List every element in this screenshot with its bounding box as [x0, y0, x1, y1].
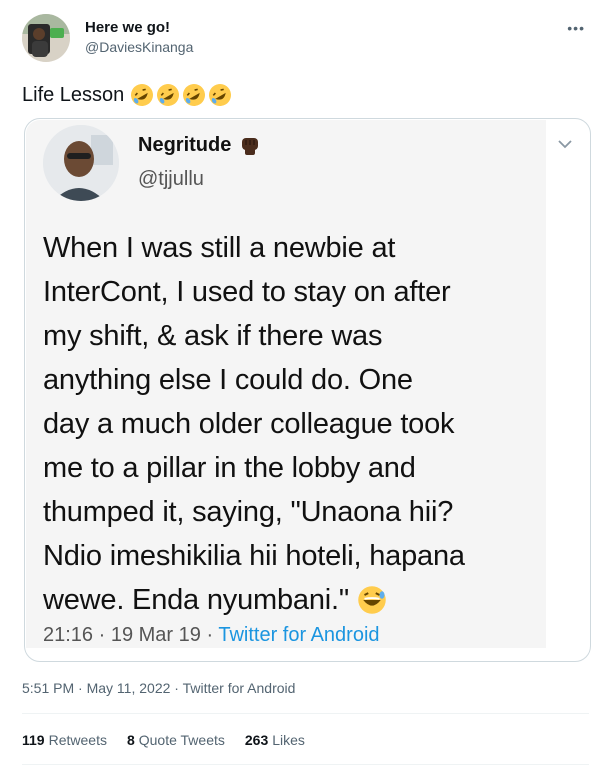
quoted-date: 19 Mar 19	[110, 624, 201, 646]
likes-stat[interactable]: 263 Likes	[245, 731, 305, 749]
author-avatar[interactable]	[22, 14, 70, 62]
tweet-timestamp: 5:51 PM · May 11, 2022 · Twitter for And…	[22, 680, 296, 696]
tweet-text: Life Lesson	[22, 82, 232, 108]
engagement-stats: 119 Retweets 8 Quote Tweets 263 Likes	[22, 731, 305, 749]
quoted-handle: @tjjullu	[138, 168, 204, 190]
likes-label: Likes	[272, 732, 305, 748]
rolling-on-floor-laughing-icon	[131, 84, 154, 106]
likes-count: 263	[244, 732, 269, 748]
media-card[interactable]: Negritude @tjjullu When I was still a ne…	[24, 118, 591, 662]
divider	[22, 713, 589, 714]
tweet-source[interactable]: Twitter for Android	[183, 680, 296, 696]
quoted-body: When I was still a newbie at InterCont, …	[43, 226, 543, 622]
quote-tweets-stat[interactable]: 8 Quote Tweets	[127, 731, 225, 749]
rolling-on-floor-laughing-icon	[157, 84, 180, 106]
quoted-avatar-image	[43, 125, 119, 201]
author-handle[interactable]: @DaviesKinanga	[85, 38, 193, 57]
author-block[interactable]: Here we go! @DaviesKinanga	[85, 18, 193, 57]
quotes-count: 8	[126, 732, 135, 748]
quoted-source: Twitter for Android	[218, 624, 380, 646]
retweets-stat[interactable]: 119 Retweets	[22, 731, 107, 749]
raised-fist-icon	[242, 138, 259, 155]
rolling-on-floor-laughing-icon	[209, 84, 232, 106]
rolling-on-floor-laughing-icon	[183, 84, 206, 106]
chevron-down-icon[interactable]	[556, 135, 574, 153]
quoted-tweet-screenshot: Negritude @tjjullu When I was still a ne…	[26, 120, 546, 648]
tweet-date[interactable]: May 11, 2022	[87, 680, 171, 696]
retweets-label: Retweets	[48, 732, 107, 748]
emoji-group	[130, 83, 232, 107]
quoted-time: 21:16	[43, 624, 94, 646]
more-options-icon[interactable]: •••	[567, 20, 585, 36]
quotes-label: Quote Tweets	[138, 732, 225, 748]
quoted-name-text: Negritude	[138, 134, 232, 156]
tweet-time[interactable]: 5:51 PM	[22, 680, 74, 696]
tweet-text-content: Life Lesson	[22, 84, 125, 106]
avatar-image	[22, 14, 70, 62]
quoted-name: Negritude	[138, 132, 261, 158]
grinning-squinting-sweat-icon	[358, 586, 386, 614]
quoted-avatar	[43, 125, 119, 201]
divider	[22, 764, 589, 765]
quoted-body-text: When I was still a newbie at InterCont, …	[43, 232, 465, 616]
quoted-meta: 21:16 · 19 Mar 19 · Twitter for Android	[43, 624, 380, 646]
author-name[interactable]: Here we go!	[85, 18, 193, 37]
retweets-count: 119	[22, 732, 45, 748]
